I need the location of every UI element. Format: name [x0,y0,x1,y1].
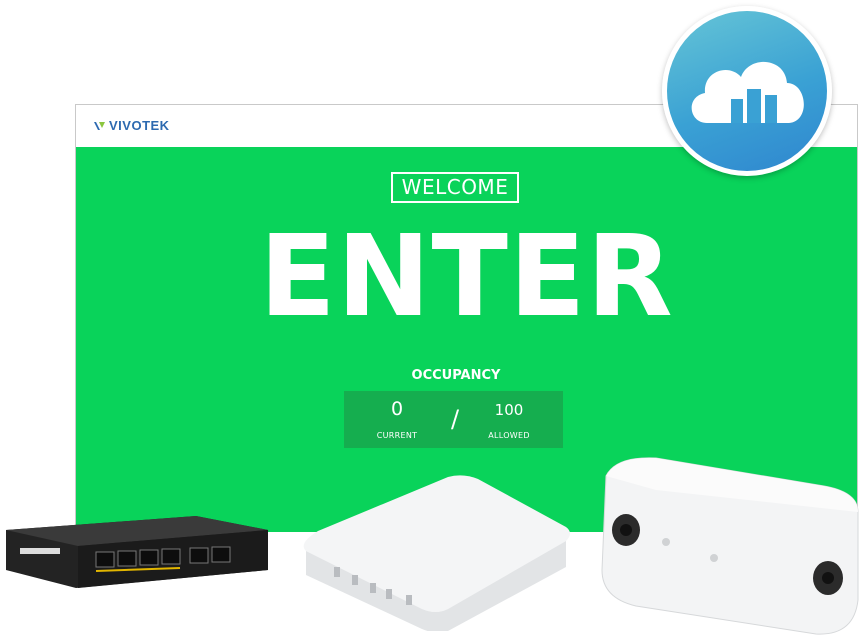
occupancy-title: OCCUPANCY [411,368,501,383]
current-count: 0 [390,398,404,420]
cloud-badge [662,6,832,176]
occupancy-counter: 0 CURRENT / 100 ALLOWED [344,391,563,448]
welcome-label: WELCOME [391,172,519,203]
edge-server [303,475,570,631]
poe-switch [6,516,268,588]
vivotek-logo-icon [94,121,105,130]
people-counting-camera [601,457,859,635]
brand-name: VIVOTEK [109,118,170,133]
allowed-label: ALLOWED [488,431,530,440]
status-text: ENTER [259,212,674,342]
brand-logo: VIVOTEK [93,118,170,133]
allowed-count: 100 [494,401,524,419]
count-separator: / [451,405,460,433]
cloud-buildings-icon [691,61,804,123]
current-label: CURRENT [376,431,418,440]
